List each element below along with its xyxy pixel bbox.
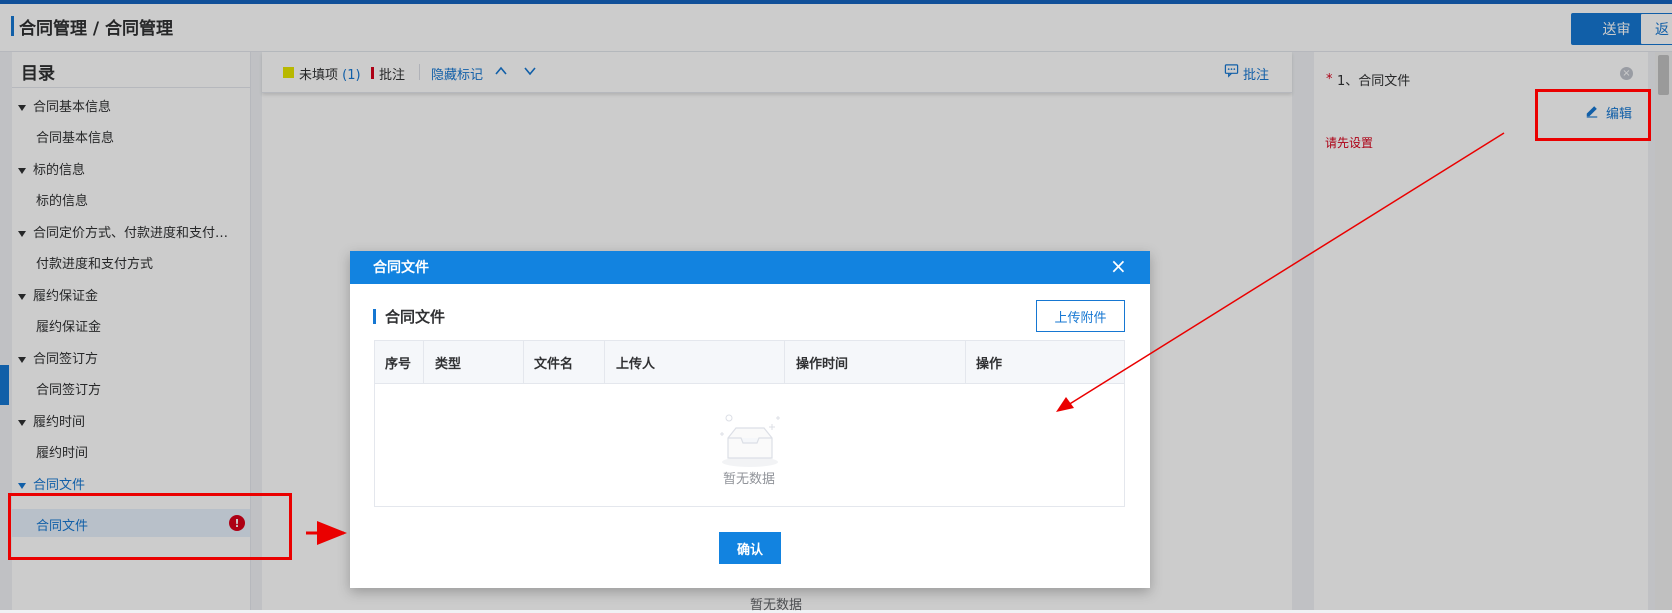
annotation-arrows [306, 132, 1505, 545]
annotation-arrow-diagonal [1059, 132, 1505, 411]
annotation-arrowhead [1056, 397, 1074, 412]
